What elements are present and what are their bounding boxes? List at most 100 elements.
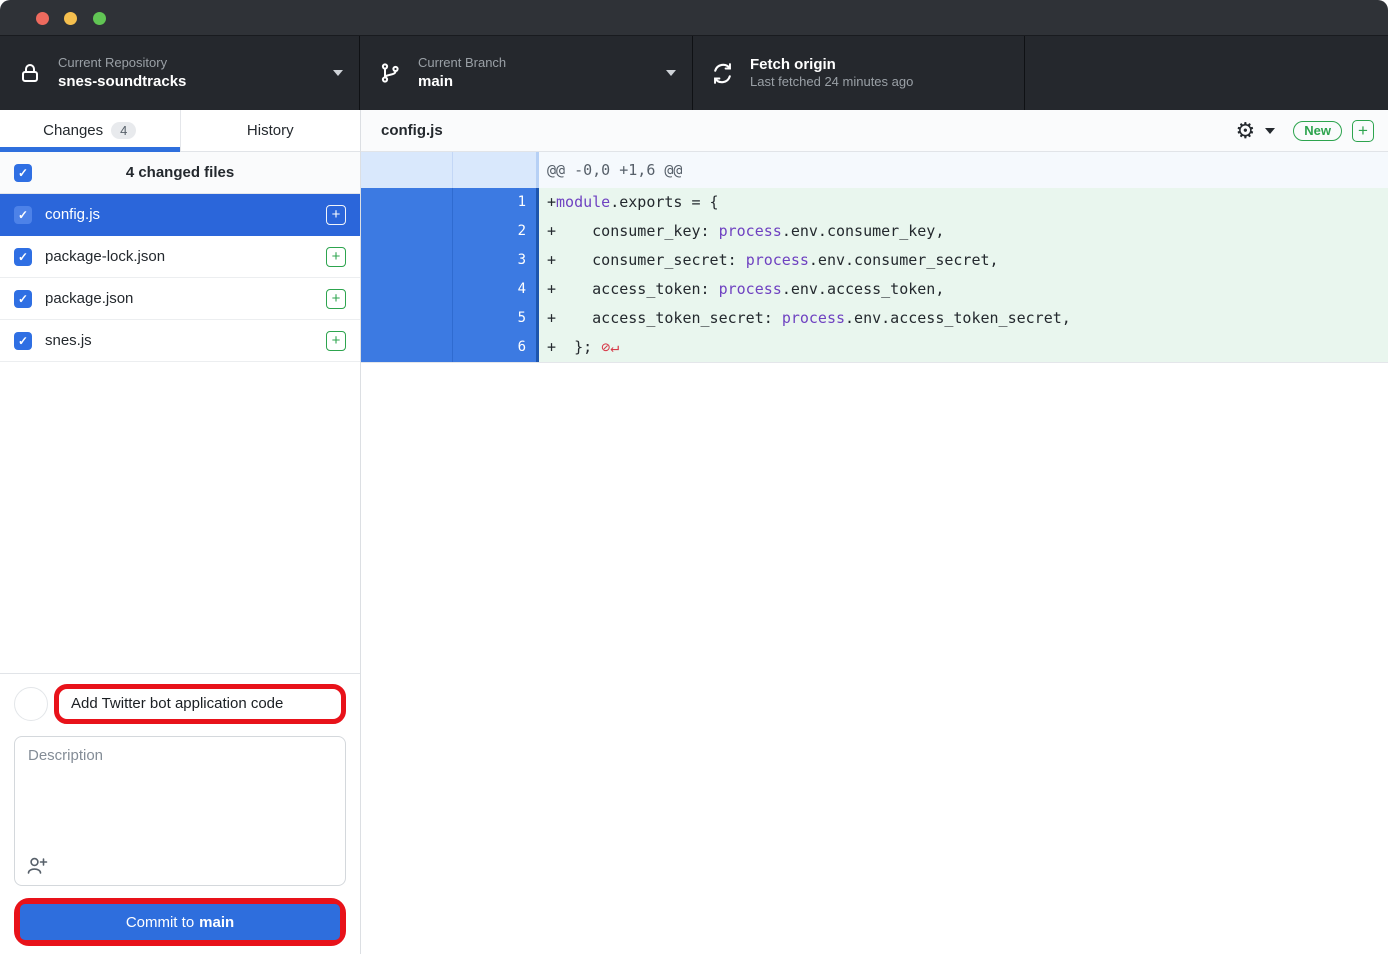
commit-description-input[interactable]: Description bbox=[14, 736, 346, 886]
check-icon: ✓ bbox=[18, 251, 28, 263]
old-line-number bbox=[361, 275, 453, 304]
added-file-icon[interactable]: + bbox=[326, 289, 346, 309]
tab-history-label: History bbox=[247, 122, 294, 139]
added-file-icon[interactable]: + bbox=[326, 247, 346, 267]
diff-line-gutter[interactable]: 4 bbox=[361, 275, 539, 304]
code-segment: .env.access_token_secret, bbox=[845, 309, 1071, 327]
file-row[interactable]: ✓ package-lock.json + bbox=[0, 236, 360, 278]
hunk-header-row: @@ -0,0 +1,6 @@ bbox=[361, 152, 1388, 188]
added-file-icon[interactable]: + bbox=[1352, 120, 1374, 142]
file-checkbox[interactable]: ✓ bbox=[14, 332, 32, 350]
changed-files-summary: 4 changed files bbox=[126, 164, 234, 181]
diff-line: 2+ consumer_key: process.env.consumer_ke… bbox=[361, 217, 1388, 246]
file-checkbox[interactable]: ✓ bbox=[14, 248, 32, 266]
added-file-icon[interactable]: + bbox=[326, 205, 346, 225]
diff-line-gutter[interactable]: 2 bbox=[361, 217, 539, 246]
tab-history[interactable]: History bbox=[181, 110, 361, 151]
old-line-number bbox=[361, 333, 453, 362]
current-branch-label: Current Branch bbox=[418, 55, 506, 72]
new-line-number: 6 bbox=[453, 333, 536, 362]
code-segment: process bbox=[719, 280, 782, 298]
file-name: config.js bbox=[45, 206, 313, 223]
new-line-number: 4 bbox=[453, 275, 536, 304]
fetch-origin-subtitle: Last fetched 24 minutes ago bbox=[750, 74, 913, 91]
add-coauthor-icon[interactable] bbox=[26, 854, 48, 876]
select-all-row: ✓ 4 changed files bbox=[0, 152, 360, 194]
status-badge-new: New bbox=[1293, 121, 1342, 141]
diff-header: config.js ⚙ New + bbox=[361, 110, 1388, 152]
hunk-gutter bbox=[361, 152, 539, 188]
code-segment: + consumer_key: bbox=[547, 222, 719, 240]
current-branch-dropdown[interactable]: Current Branch main bbox=[360, 36, 693, 110]
old-line-number bbox=[361, 246, 453, 275]
highlight-annotation-summary: Add Twitter bot application code bbox=[54, 684, 346, 724]
chevron-down-icon bbox=[333, 70, 343, 76]
diff-line-code: + consumer_secret: process.env.consumer_… bbox=[539, 246, 1388, 275]
titlebar bbox=[0, 0, 1388, 36]
tab-changes[interactable]: Changes 4 bbox=[0, 110, 181, 151]
select-all-checkbox[interactable]: ✓ bbox=[14, 164, 32, 182]
hunk-header-text: @@ -0,0 +1,6 @@ bbox=[539, 152, 1388, 188]
diff-line-code: + access_token_secret: process.env.acces… bbox=[539, 304, 1388, 333]
diff-line-gutter[interactable]: 5 bbox=[361, 304, 539, 333]
file-checkbox[interactable]: ✓ bbox=[14, 206, 32, 224]
diff-line: 3+ consumer_secret: process.env.consumer… bbox=[361, 246, 1388, 275]
code-segment: process bbox=[782, 309, 845, 327]
diff-lines: 1+module.exports = {2+ consumer_key: pro… bbox=[361, 188, 1388, 362]
diff-line-gutter[interactable]: 1 bbox=[361, 188, 539, 217]
github-desktop-window: Current Repository snes-soundtracks Curr… bbox=[0, 0, 1388, 954]
current-repository-dropdown[interactable]: Current Repository snes-soundtracks bbox=[0, 36, 360, 110]
code-segment: + bbox=[547, 193, 556, 211]
zoom-window-button[interactable] bbox=[93, 12, 106, 25]
file-name: package.json bbox=[45, 290, 313, 307]
sidebar-tabbar: Changes 4 History bbox=[0, 110, 360, 152]
file-row[interactable]: ✓ package.json + bbox=[0, 278, 360, 320]
diff-line-code: + access_token: process.env.access_token… bbox=[539, 275, 1388, 304]
old-line-number bbox=[361, 304, 453, 333]
diff-line-code: + consumer_key: process.env.consumer_key… bbox=[539, 217, 1388, 246]
new-line-number: 3 bbox=[453, 246, 536, 275]
toolbar-filler bbox=[1025, 36, 1388, 110]
new-line-number: 2 bbox=[453, 217, 536, 246]
diff-body: @@ -0,0 +1,6 @@ 1+module.exports = {2+ c… bbox=[361, 152, 1388, 363]
diff-line: 1+module.exports = { bbox=[361, 188, 1388, 217]
lock-icon bbox=[18, 61, 42, 85]
commit-summary-input[interactable]: Add Twitter bot application code bbox=[71, 695, 329, 712]
gear-icon[interactable]: ⚙ bbox=[1236, 120, 1256, 142]
file-row[interactable]: ✓ config.js + bbox=[0, 194, 360, 236]
code-segment: .env.access_token, bbox=[782, 280, 945, 298]
code-segment: ⊘↵ bbox=[601, 338, 619, 356]
description-placeholder: Description bbox=[28, 747, 103, 764]
chevron-down-icon[interactable] bbox=[1265, 128, 1275, 134]
fetch-origin-button[interactable]: Fetch origin Last fetched 24 minutes ago bbox=[693, 36, 1025, 110]
code-segment: + consumer_secret: bbox=[547, 251, 746, 269]
code-segment: + access_token_secret: bbox=[547, 309, 782, 327]
diff-line-gutter[interactable]: 6 bbox=[361, 333, 539, 362]
check-icon: ✓ bbox=[18, 167, 28, 179]
commit-panel: Add Twitter bot application code Descrip… bbox=[0, 673, 360, 954]
current-repository-value: snes-soundtracks bbox=[58, 72, 186, 92]
chevron-down-icon bbox=[666, 70, 676, 76]
file-checkbox[interactable]: ✓ bbox=[14, 290, 32, 308]
avatar bbox=[14, 687, 48, 721]
file-list: ✓ config.js + ✓ package-lock.json + ✓ package.j… bbox=[0, 194, 360, 673]
diff-empty-area bbox=[361, 363, 1388, 954]
file-name: snes.js bbox=[45, 332, 313, 349]
diff-line: 5+ access_token_secret: process.env.acce… bbox=[361, 304, 1388, 333]
check-icon: ✓ bbox=[18, 335, 28, 347]
current-branch-value: main bbox=[418, 72, 506, 92]
added-file-icon[interactable]: + bbox=[326, 331, 346, 351]
file-name: package-lock.json bbox=[45, 248, 313, 265]
close-window-button[interactable] bbox=[36, 12, 49, 25]
minimize-window-button[interactable] bbox=[64, 12, 77, 25]
changes-sidebar: Changes 4 History ✓ 4 changed files ✓ con… bbox=[0, 110, 361, 954]
file-row[interactable]: ✓ snes.js + bbox=[0, 320, 360, 362]
diff-line: 6+ }; ⊘↵ bbox=[361, 333, 1388, 362]
commit-button[interactable]: Commit to main bbox=[20, 904, 340, 940]
diff-line: 4+ access_token: process.env.access_toke… bbox=[361, 275, 1388, 304]
sync-icon bbox=[711, 62, 734, 85]
commit-button-prefix: Commit to bbox=[126, 914, 194, 931]
diff-line-code: + }; ⊘↵ bbox=[539, 333, 1388, 362]
code-segment: module bbox=[556, 193, 610, 211]
diff-line-gutter[interactable]: 3 bbox=[361, 246, 539, 275]
